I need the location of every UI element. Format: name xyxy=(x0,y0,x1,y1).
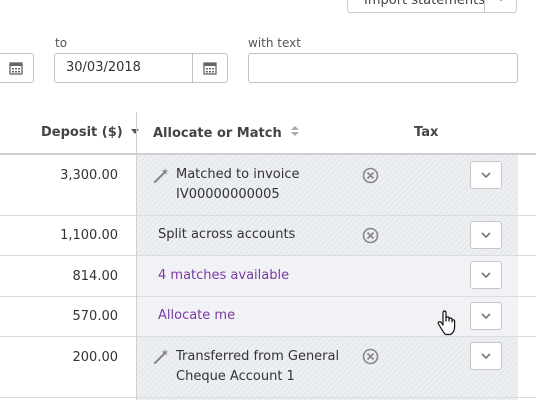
row-3-expand-button[interactable] xyxy=(470,261,502,289)
row-5-expand-button[interactable] xyxy=(470,342,502,370)
row-5-transfer-text[interactable]: Transferred from General Cheque Account … xyxy=(176,347,339,387)
calendar-icon xyxy=(203,62,217,75)
row-4-allocate-link[interactable]: Allocate me xyxy=(158,306,235,326)
chevron-down-icon xyxy=(481,313,491,320)
row-separator xyxy=(0,336,536,337)
row-5-transfer-line1: Transferred from General xyxy=(176,349,340,364)
remove-match-icon[interactable] xyxy=(362,167,379,184)
allocate-column-header[interactable]: Allocate or Match xyxy=(153,125,300,141)
deposit-header-label: Deposit ($) xyxy=(41,125,123,140)
magic-wand-icon xyxy=(153,349,169,364)
sort-icon[interactable] xyxy=(290,125,300,137)
button-divider xyxy=(484,0,485,12)
allocate-header-label: Allocate or Match xyxy=(153,126,282,141)
row-separator xyxy=(0,397,536,398)
row-1-match-line1: Matched to invoice xyxy=(176,167,300,182)
row-5-transfer-line2: Cheque Account 1 xyxy=(176,369,295,384)
row-2-split-text[interactable]: Split across accounts xyxy=(158,225,295,245)
to-date-calendar-button[interactable] xyxy=(192,53,228,83)
column-divider xyxy=(136,112,137,400)
from-date-calendar-button[interactable] xyxy=(0,53,34,83)
remove-transfer-icon[interactable] xyxy=(362,348,379,365)
import-statements-button[interactable]: Import statements xyxy=(347,0,517,13)
row-2-deposit: 1,100.00 xyxy=(60,228,118,243)
with-text-input[interactable] xyxy=(248,53,518,83)
to-date-input[interactable]: 30/03/2018 xyxy=(54,53,194,83)
magic-wand-icon xyxy=(153,168,169,183)
chevron-down-icon xyxy=(481,172,491,179)
row-separator xyxy=(0,215,536,216)
tax-column-header: Tax xyxy=(414,125,439,140)
hand-cursor-icon xyxy=(437,310,456,336)
row-1-expand-button[interactable] xyxy=(470,161,502,189)
chevron-down-icon[interactable] xyxy=(494,0,508,5)
import-statements-label: Import statements xyxy=(364,0,485,8)
to-date-label: to xyxy=(55,36,68,50)
row-1-match-line2: IV00000000005 xyxy=(176,187,280,202)
remove-split-icon[interactable] xyxy=(362,227,379,244)
row-3-matches-link[interactable]: 4 matches available xyxy=(158,266,289,286)
row-2-expand-button[interactable] xyxy=(470,221,502,249)
chevron-down-icon xyxy=(481,353,491,360)
row-5-deposit: 200.00 xyxy=(72,350,119,365)
to-date-value: 30/03/2018 xyxy=(66,60,141,75)
row-3-deposit: 814.00 xyxy=(72,269,119,284)
row-separator xyxy=(0,296,536,297)
row-4-deposit: 570.00 xyxy=(72,309,119,324)
row-4-expand-button[interactable] xyxy=(470,302,502,330)
deposit-column-header[interactable]: Deposit ($) xyxy=(41,125,140,140)
chevron-down-icon xyxy=(481,272,491,279)
row-1-match-text[interactable]: Matched to invoice IV00000000005 xyxy=(176,165,300,205)
with-text-label: with text xyxy=(248,36,301,50)
chevron-down-icon xyxy=(481,232,491,239)
row-separator xyxy=(0,255,536,256)
calendar-icon xyxy=(9,62,23,75)
row-1-deposit: 3,300.00 xyxy=(60,168,118,183)
